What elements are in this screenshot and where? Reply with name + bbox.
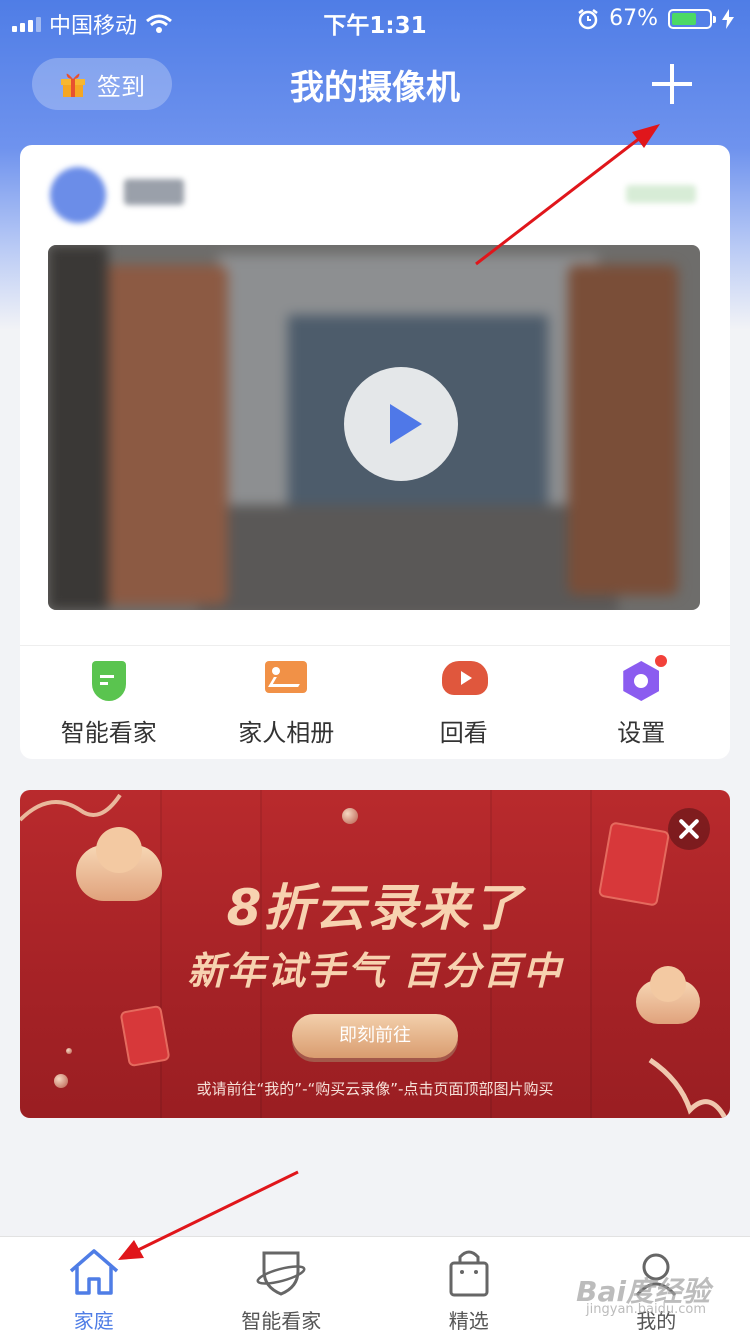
camera-card[interactable]: 智能看家 家人相册 回看 设置 <box>20 145 730 759</box>
promo-title: 8折云录来了 <box>20 868 730 940</box>
bubble-decoration <box>342 808 358 824</box>
quick-action-label: 家人相册 <box>198 713 376 748</box>
home-icon <box>67 1247 121 1297</box>
tab-home[interactable]: 家庭 <box>0 1237 188 1335</box>
quick-action-family-album[interactable]: 家人相册 <box>198 655 376 755</box>
video-preview[interactable] <box>48 245 700 610</box>
add-camera-button[interactable] <box>652 64 692 104</box>
tab-smart-guard[interactable]: 智能看家 <box>188 1237 376 1335</box>
quick-actions: 智能看家 家人相册 回看 设置 <box>20 655 730 755</box>
tab-label: 精选 <box>375 1305 563 1334</box>
promo-note: 或请前往“我的”-“购买云录像”-点击页面顶部图片购买 <box>20 1078 730 1099</box>
tab-featured[interactable]: 精选 <box>375 1237 563 1335</box>
battery-icon <box>668 9 712 29</box>
camera-card-header <box>20 145 730 240</box>
notification-dot <box>653 653 669 669</box>
charging-icon <box>722 9 734 29</box>
promo-banner[interactable]: 8折云录来了 新年试手气 百分百中 即刻前往 或请前往“我的”-“购买云录像”-… <box>20 790 730 1118</box>
camera-status-blurred <box>626 185 696 203</box>
tab-label: 智能看家 <box>188 1305 376 1334</box>
alarm-icon <box>577 8 599 30</box>
promo-cta-button[interactable]: 即刻前往 <box>292 1014 458 1058</box>
close-promo-button[interactable] <box>668 808 710 850</box>
divider <box>20 645 730 646</box>
quick-action-label: 智能看家 <box>20 713 198 748</box>
status-bar: 中国移动 下午1:31 67% <box>0 0 750 40</box>
quick-action-smart-guard[interactable]: 智能看家 <box>20 655 198 755</box>
shield-outline-icon <box>254 1247 308 1297</box>
battery-level <box>672 13 696 25</box>
shield-icon <box>87 661 131 701</box>
replay-icon <box>442 661 486 701</box>
quick-action-label: 设置 <box>553 713 731 748</box>
quick-action-replay[interactable]: 回看 <box>375 655 553 755</box>
status-right: 67% <box>577 6 734 31</box>
shopping-bag-icon <box>442 1247 496 1297</box>
tab-label: 家庭 <box>0 1305 188 1334</box>
quick-action-settings[interactable]: 设置 <box>553 655 731 755</box>
promo-subtitle: 新年试手气 百分百中 <box>20 940 730 995</box>
bubble-decoration <box>66 1048 72 1054</box>
play-button[interactable] <box>344 367 458 481</box>
album-icon <box>264 661 308 701</box>
watermark-url: jingyan.baidu.com <box>586 1302 706 1317</box>
camera-name-blurred <box>124 179 184 205</box>
camera-avatar <box>50 167 106 223</box>
page-title: 我的摄像机 <box>0 60 750 109</box>
quick-action-label: 回看 <box>375 713 553 748</box>
battery-percent: 67% <box>609 6 658 31</box>
